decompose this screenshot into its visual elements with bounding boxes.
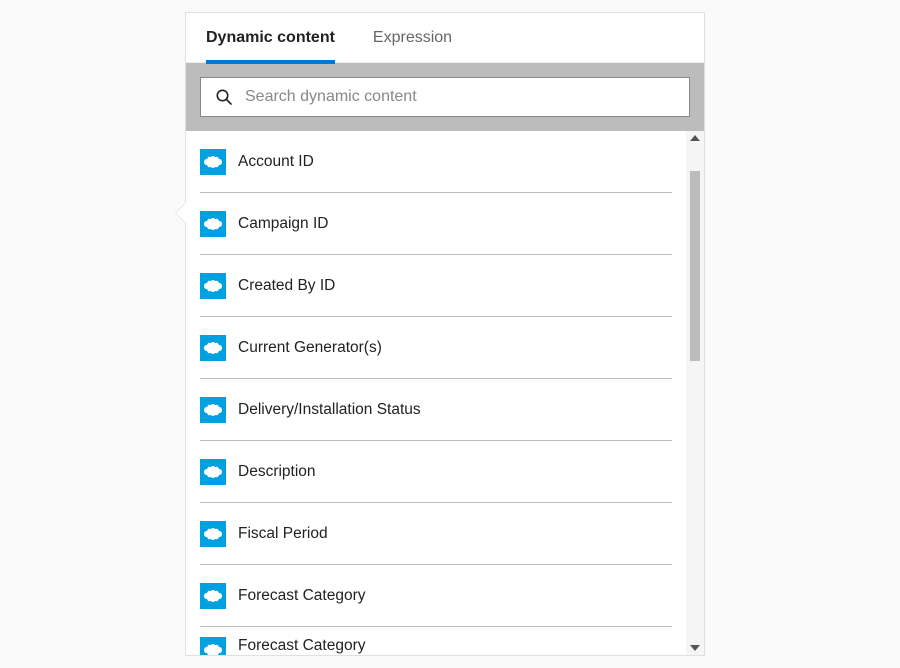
list-item-label: Fiscal Period — [238, 525, 328, 543]
search-input[interactable] — [245, 88, 675, 106]
scroll-up-icon[interactable] — [690, 135, 700, 141]
list-item-label: Forecast Category — [238, 587, 366, 605]
scroll-down-icon[interactable] — [690, 645, 700, 651]
list-item[interactable]: Forecast Category — [200, 627, 672, 655]
search-bar-container — [186, 63, 704, 131]
salesforce-icon — [200, 211, 226, 237]
list-item-label: Delivery/Installation Status — [238, 401, 421, 419]
salesforce-icon — [200, 459, 226, 485]
dynamic-content-list: Account ID Campaign ID Created By ID Cur… — [186, 131, 686, 655]
tabs: Dynamic content Expression — [186, 13, 704, 63]
list-item[interactable]: Delivery/Installation Status — [200, 379, 672, 441]
search-box[interactable] — [200, 77, 690, 117]
panel-caret — [176, 203, 186, 223]
salesforce-icon — [200, 583, 226, 609]
list-wrap: Account ID Campaign ID Created By ID Cur… — [186, 131, 704, 655]
list-item-label: Campaign ID — [238, 215, 328, 233]
list-item[interactable]: Created By ID — [200, 255, 672, 317]
salesforce-icon — [200, 149, 226, 175]
list-item[interactable]: Fiscal Period — [200, 503, 672, 565]
list-item[interactable]: Forecast Category — [200, 565, 672, 627]
list-item-label: Forecast Category — [238, 637, 366, 655]
tab-expression[interactable]: Expression — [373, 13, 452, 63]
list-item-label: Created By ID — [238, 277, 335, 295]
salesforce-icon — [200, 637, 226, 655]
list-item-label: Current Generator(s) — [238, 339, 382, 357]
scrollbar[interactable] — [686, 131, 704, 655]
salesforce-icon — [200, 335, 226, 361]
salesforce-icon — [200, 397, 226, 423]
salesforce-icon — [200, 521, 226, 547]
list-item-label: Description — [238, 463, 316, 481]
list-item-label: Account ID — [238, 153, 314, 171]
tab-dynamic-content[interactable]: Dynamic content — [206, 13, 335, 63]
scroll-thumb[interactable] — [690, 171, 700, 361]
search-icon — [215, 88, 233, 106]
salesforce-icon — [200, 273, 226, 299]
list-item[interactable]: Description — [200, 441, 672, 503]
dynamic-content-panel: Dynamic content Expression Account ID — [185, 12, 705, 656]
list-item[interactable]: Campaign ID — [200, 193, 672, 255]
list-item[interactable]: Current Generator(s) — [200, 317, 672, 379]
list-item[interactable]: Account ID — [200, 131, 672, 193]
